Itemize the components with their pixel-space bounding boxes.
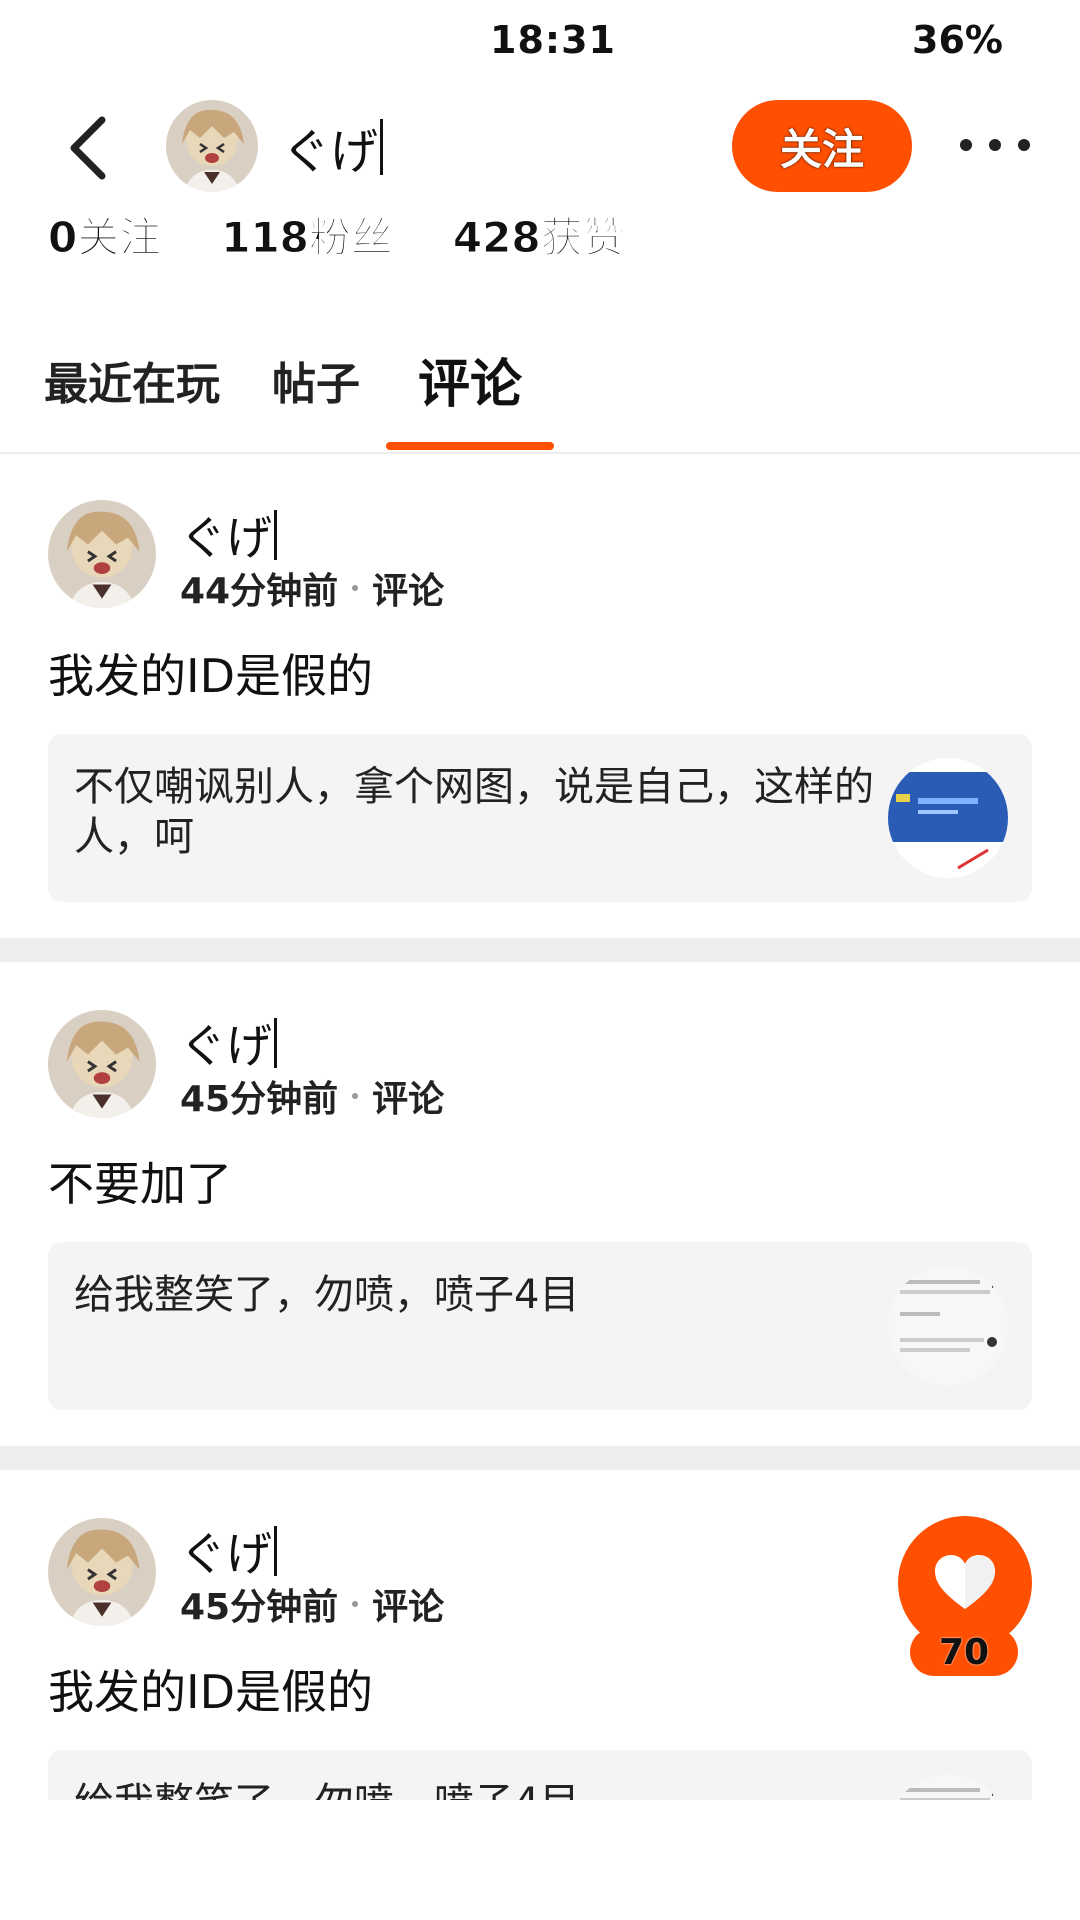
heart-icon <box>935 1555 995 1609</box>
avatar-image <box>166 100 258 192</box>
follow-button[interactable]: 关注 <box>732 100 912 192</box>
bottom-area <box>0 1800 1080 1920</box>
separator-dot <box>352 585 359 591</box>
comment-text: 我发的ID是假的 <box>48 649 373 703</box>
comment-type: 评论 <box>372 1587 445 1628</box>
separator-dot <box>352 1093 359 1099</box>
comment-time: 45分钟前 <box>180 1079 339 1120</box>
comment-time: 44分钟前 <box>180 571 339 612</box>
avatar[interactable] <box>48 1010 156 1118</box>
status-time: 18:31 <box>490 18 616 62</box>
username-text: ぐげ <box>180 511 272 565</box>
comment-text: 不要加了 <box>48 1157 232 1211</box>
username-text: ぐげ <box>180 1527 272 1581</box>
profile-username: ぐげ <box>282 112 384 182</box>
active-tab-indicator <box>386 442 554 450</box>
username-text: ぐげ <box>282 124 379 180</box>
like-count: 70 <box>910 1628 1018 1676</box>
card-separator <box>0 1446 1080 1470</box>
more-dot-icon <box>989 139 1001 151</box>
text-cursor <box>380 119 384 175</box>
text-cursor <box>274 1018 277 1068</box>
avatar-image <box>48 1010 156 1118</box>
following-count[interactable]: 0关注 <box>47 204 161 265</box>
comment-text: 我发的ID是假的 <box>48 1665 373 1719</box>
text-cursor <box>274 510 277 560</box>
username-text: ぐげ <box>180 1019 272 1073</box>
tab-recent-play[interactable]: 最近在玩 <box>44 348 220 412</box>
comment-time: 45分钟前 <box>180 1587 339 1628</box>
avatar[interactable] <box>48 500 156 608</box>
quoted-post[interactable]: 不仅嘲讽别人，拿个网图，说是自己，这样的人，呵 <box>48 734 1032 902</box>
quoted-post-thumbnail <box>888 758 1008 878</box>
more-dot-icon <box>960 139 972 151</box>
battery-level: 36% <box>912 18 1003 62</box>
profile-stats: 0关注 118粉丝 428获赞 <box>47 204 625 265</box>
card-separator <box>0 938 1080 962</box>
chevron-left-icon <box>70 116 106 180</box>
quoted-post-thumbnail <box>888 1266 1008 1386</box>
quoted-post-text: 给我整笑了，勿喷，喷子4目 <box>74 1272 580 1318</box>
comment-username[interactable]: ぐげ <box>180 1518 277 1584</box>
avatar-image <box>48 1518 156 1626</box>
comment-type: 评论 <box>372 1079 445 1120</box>
comment-type: 评论 <box>372 571 445 612</box>
comment-meta: 44分钟前 评论 <box>180 562 444 614</box>
divider <box>0 452 1080 454</box>
more-options-button[interactable] <box>960 120 1030 170</box>
separator-dot <box>352 1601 359 1607</box>
avatar[interactable] <box>166 100 258 192</box>
fans-count[interactable]: 118粉丝 <box>221 204 394 265</box>
text-cursor <box>274 1526 277 1576</box>
avatar-image <box>48 500 156 608</box>
comment-username[interactable]: ぐげ <box>180 1010 277 1076</box>
avatar[interactable] <box>48 1518 156 1626</box>
comment-meta: 45分钟前 评论 <box>180 1070 444 1122</box>
tab-posts[interactable]: 帖子 <box>272 348 360 412</box>
quoted-post-text: 不仅嘲讽别人，拿个网图，说是自己，这样的人，呵 <box>74 764 874 860</box>
quoted-post[interactable]: 给我整笑了，勿喷，喷子4目 <box>48 1242 1032 1410</box>
comment-username[interactable]: ぐげ <box>180 502 277 568</box>
back-button[interactable] <box>58 108 118 188</box>
more-dot-icon <box>1018 139 1030 151</box>
likes-count: 428获赞 <box>452 213 625 263</box>
tab-comments[interactable]: 评论 <box>418 342 522 417</box>
comment-meta: 45分钟前 评论 <box>180 1578 444 1630</box>
